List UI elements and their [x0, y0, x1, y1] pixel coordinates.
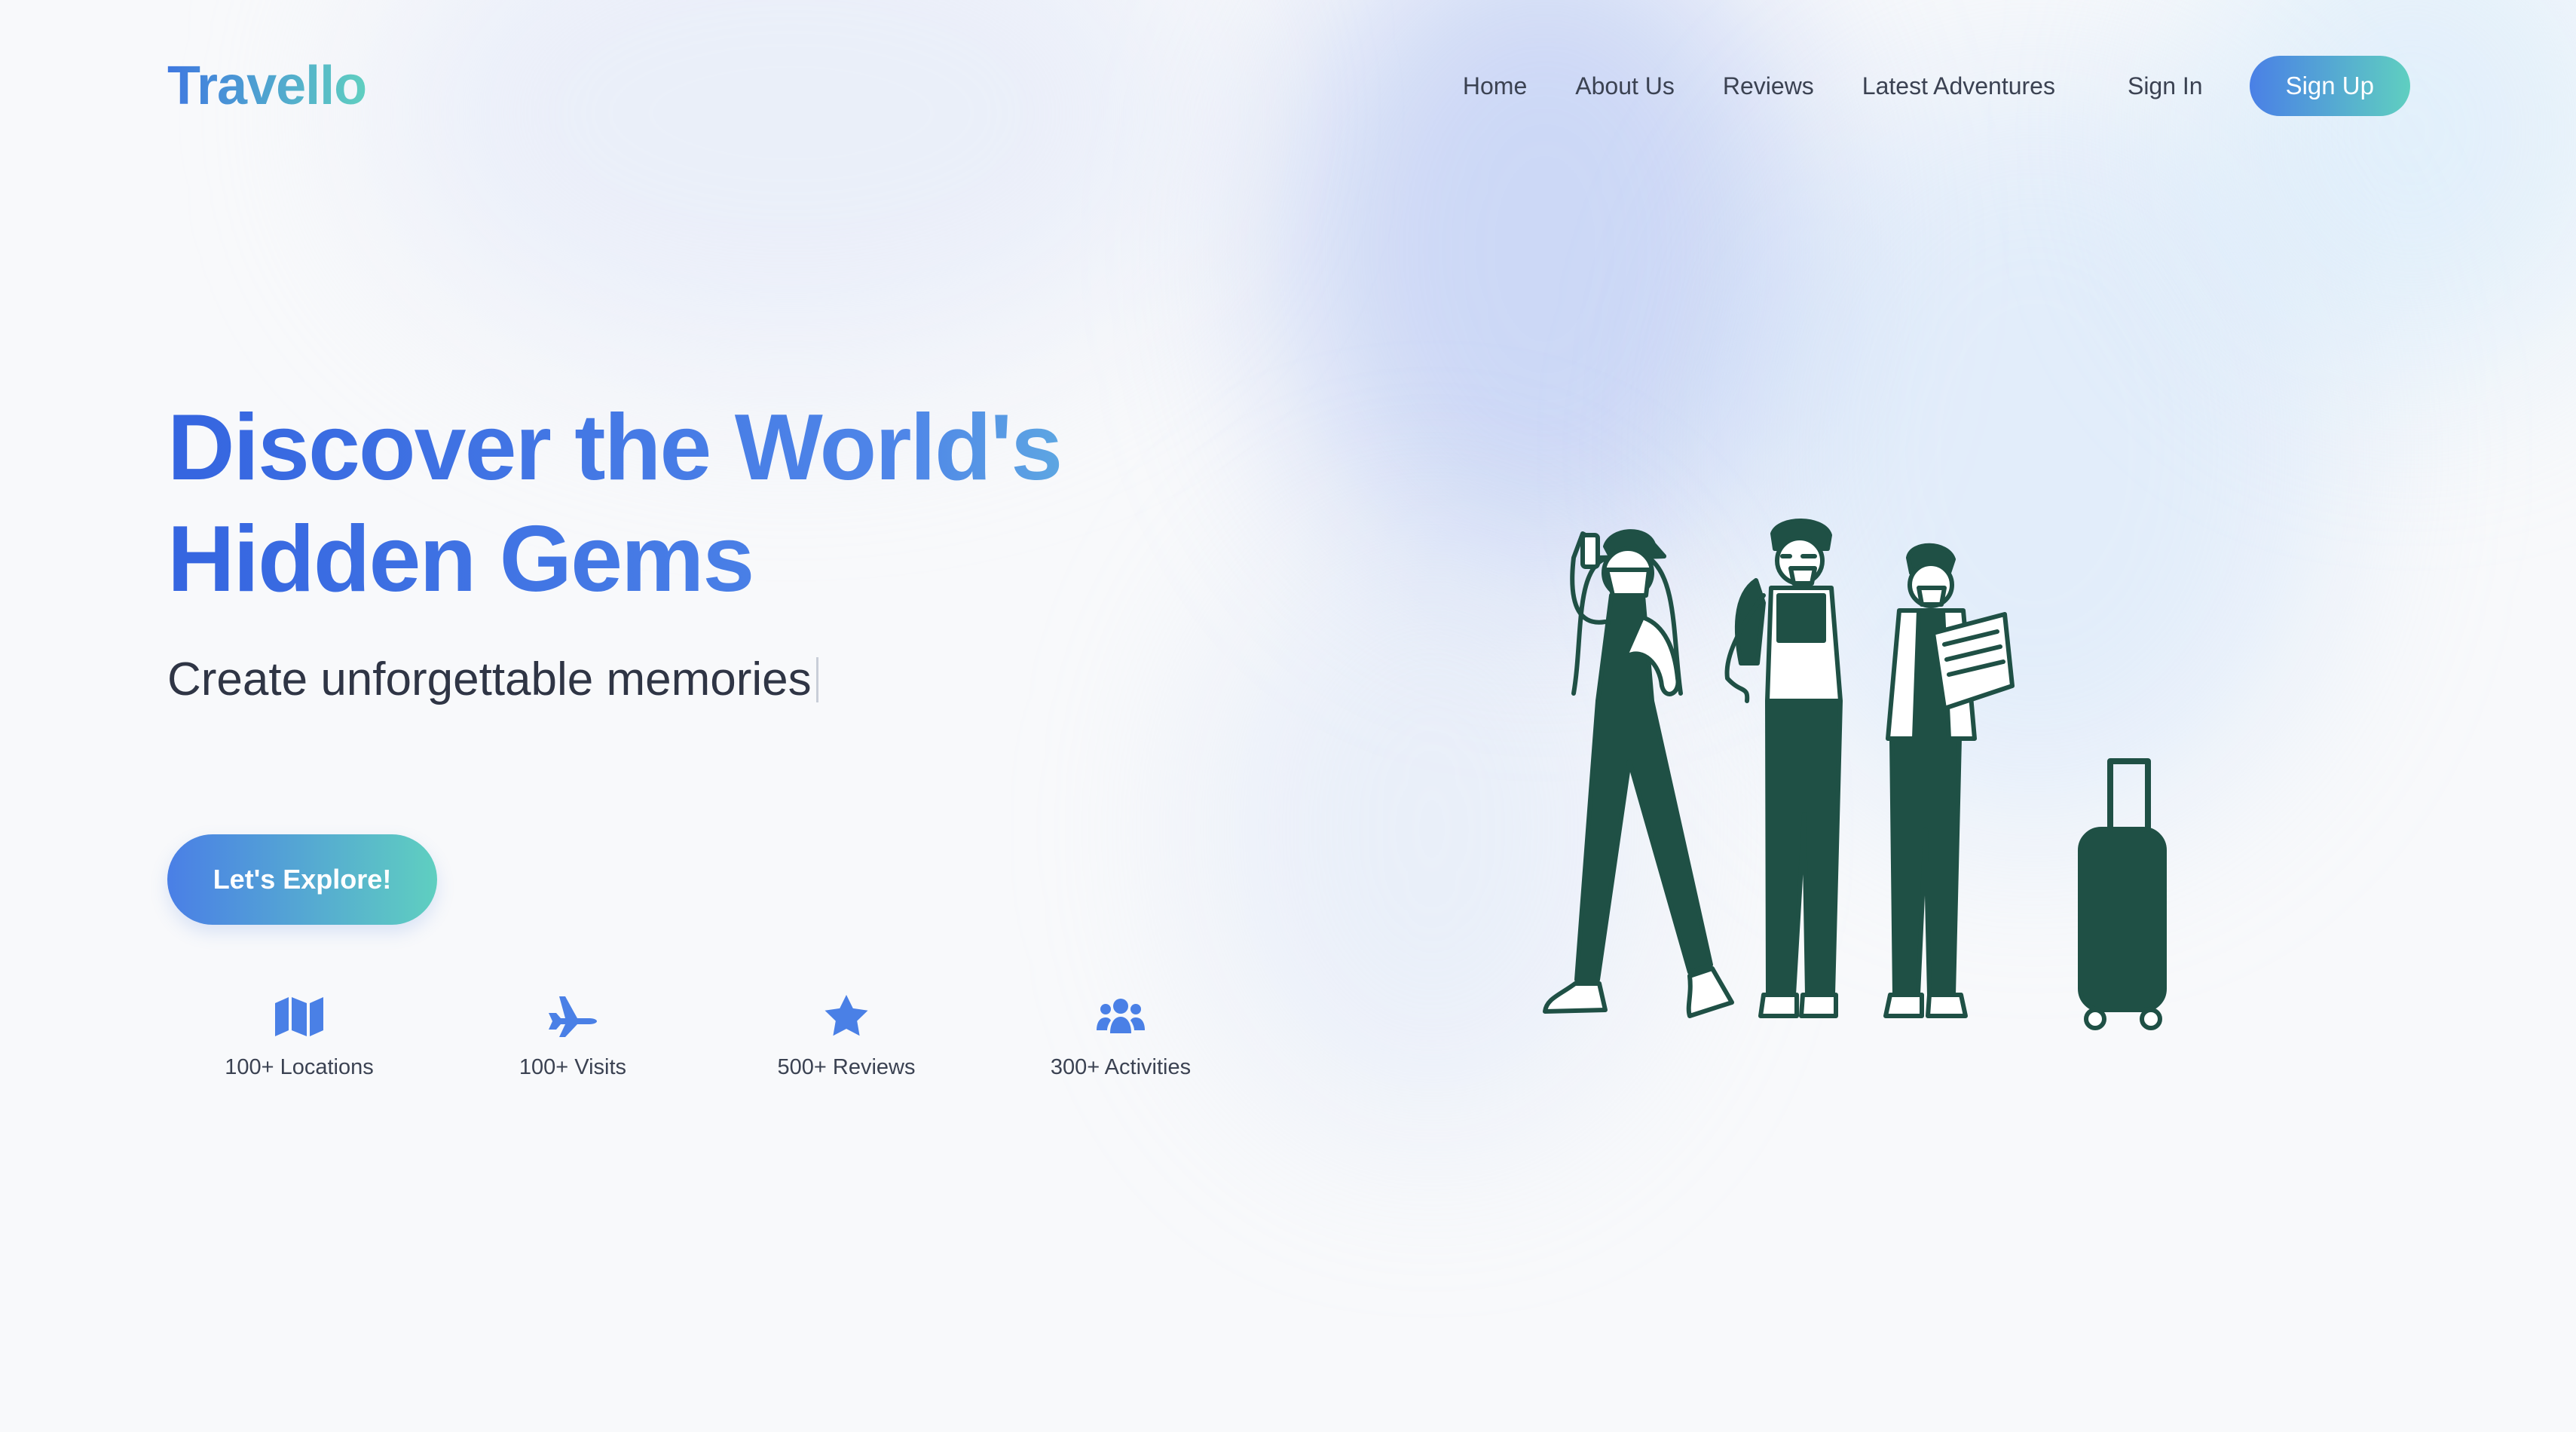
hero-subtitle-text: Create unforgettable memories [167, 653, 812, 705]
stats-row: 100+ Locations 100+ Visits 500+ Reviews [167, 995, 1298, 1085]
star-icon [824, 995, 869, 1039]
typing-caret [815, 656, 818, 702]
plane-icon [549, 995, 597, 1039]
traveler-man-backpack [1724, 519, 1843, 1018]
traveler-woman-phone [1543, 529, 1734, 1018]
sign-in-link[interactable]: Sign In [2128, 72, 2203, 100]
main-nav: Home About Us Reviews Latest Adventures … [1463, 56, 2410, 116]
stat-label-visits: 100+ Visits [519, 1055, 627, 1079]
sign-up-button[interactable]: Sign Up [2249, 56, 2410, 116]
explore-button[interactable]: Let's Explore! [167, 834, 437, 925]
stat-label-reviews: 500+ Reviews [777, 1055, 916, 1079]
nav-home[interactable]: Home [1463, 72, 1527, 100]
logo[interactable]: Travello [167, 55, 367, 117]
nav-latest-adventures[interactable]: Latest Adventures [1862, 72, 2055, 100]
stat-activities: 300+ Activities [1008, 995, 1234, 1080]
site-header: Travello Home About Us Reviews Latest Ad… [167, 51, 2410, 121]
nav-reviews[interactable]: Reviews [1723, 72, 1814, 100]
users-icon [1097, 995, 1145, 1039]
hero-title-line-2: Hidden Gems [167, 507, 754, 611]
suitcase-illustration [2078, 758, 2167, 1030]
map-icon [275, 995, 323, 1039]
hero-subtitle: Create unforgettable memories [167, 653, 1298, 706]
hero-section: Discover the World's Hidden Gems Create … [167, 392, 1298, 925]
stat-reviews: 500+ Reviews [733, 995, 959, 1080]
travelers-illustration [1492, 513, 2246, 1115]
stat-label-locations: 100+ Locations [225, 1055, 374, 1079]
nav-about-us[interactable]: About Us [1575, 72, 1675, 100]
stat-visits: 100+ Visits [460, 995, 686, 1080]
hero-title-line-1: Discover the World's [167, 396, 1062, 500]
hero-title: Discover the World's Hidden Gems [167, 392, 1222, 615]
stat-label-activities: 300+ Activities [1050, 1055, 1192, 1079]
traveler-map-reader [1883, 543, 2015, 1018]
stat-locations: 100+ Locations [186, 995, 412, 1080]
